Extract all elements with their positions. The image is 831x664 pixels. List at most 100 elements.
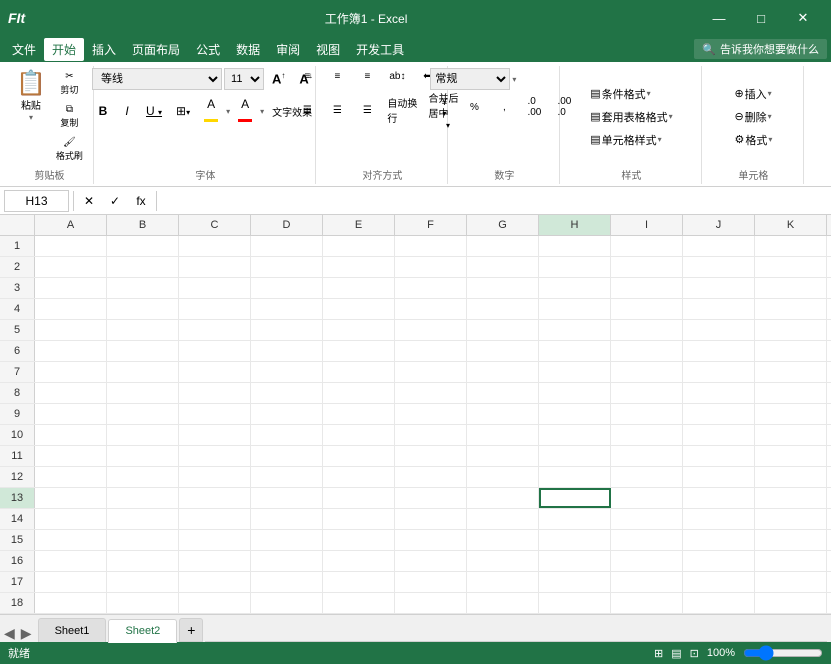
italic-button[interactable]: I [116, 102, 138, 120]
bold-button[interactable]: B [92, 102, 114, 120]
cell-I14[interactable] [611, 509, 683, 529]
cell-A3[interactable] [35, 278, 107, 298]
cell-C18[interactable] [179, 593, 251, 613]
cell-E17[interactable] [323, 572, 395, 592]
cell-E14[interactable] [323, 509, 395, 529]
row-num-11[interactable]: 11 [0, 446, 35, 466]
col-header-C[interactable]: C [179, 215, 251, 235]
cell-B9[interactable] [107, 404, 179, 424]
conditional-format-button[interactable]: ▤ 条件格式 ▾ [585, 84, 655, 104]
cell-D17[interactable] [251, 572, 323, 592]
cell-D5[interactable] [251, 320, 323, 340]
cell-F4[interactable] [395, 299, 467, 319]
cell-G3[interactable] [467, 278, 539, 298]
cell-A6[interactable] [35, 341, 107, 361]
cell-I3[interactable] [611, 278, 683, 298]
cell-F1[interactable] [395, 236, 467, 256]
select-all-button[interactable] [0, 215, 35, 235]
cell-B7[interactable] [107, 362, 179, 382]
cell-A8[interactable] [35, 383, 107, 403]
row-num-13[interactable]: 13 [0, 488, 35, 508]
cell-C3[interactable] [179, 278, 251, 298]
cell-J16[interactable] [683, 551, 755, 571]
cell-A14[interactable] [35, 509, 107, 529]
table-format-button[interactable]: ▤ 套用表格格式 ▾ [585, 107, 677, 127]
cell-K16[interactable] [755, 551, 827, 571]
cell-G2[interactable] [467, 257, 539, 277]
menu-view[interactable]: 视图 [308, 38, 348, 61]
cancel-formula-button[interactable]: ✕ [78, 190, 100, 212]
col-header-E[interactable]: E [323, 215, 395, 235]
view-layout-icon[interactable]: ▤ [671, 647, 681, 660]
cell-D14[interactable] [251, 509, 323, 529]
cell-H10[interactable] [539, 425, 611, 445]
increase-font-button[interactable]: A↑ [266, 69, 291, 88]
close-button[interactable]: ✕ [783, 4, 823, 32]
cell-A11[interactable] [35, 446, 107, 466]
col-header-D[interactable]: D [251, 215, 323, 235]
cell-H14[interactable] [539, 509, 611, 529]
text-direction-button[interactable]: ab↕ [383, 68, 411, 85]
align-middle-button[interactable]: ≡ [323, 68, 351, 85]
cell-H15[interactable] [539, 530, 611, 550]
cell-D2[interactable] [251, 257, 323, 277]
insert-cells-button[interactable]: ⊕ 插入 ▾ [729, 84, 776, 104]
cell-E4[interactable] [323, 299, 395, 319]
cell-B8[interactable] [107, 383, 179, 403]
cell-C7[interactable] [179, 362, 251, 382]
col-header-I[interactable]: I [611, 215, 683, 235]
cell-C4[interactable] [179, 299, 251, 319]
menu-developer[interactable]: 开发工具 [348, 38, 412, 61]
view-break-icon[interactable]: ⊡ [690, 647, 699, 660]
row-num-8[interactable]: 8 [0, 383, 35, 403]
cell-A10[interactable] [35, 425, 107, 445]
cell-F5[interactable] [395, 320, 467, 340]
cell-C16[interactable] [179, 551, 251, 571]
cell-D4[interactable] [251, 299, 323, 319]
cell-B18[interactable] [107, 593, 179, 613]
cell-E3[interactable] [323, 278, 395, 298]
cell-E5[interactable] [323, 320, 395, 340]
zoom-slider[interactable] [743, 645, 823, 661]
number-format-select[interactable]: 常规 [430, 68, 510, 90]
cell-F11[interactable] [395, 446, 467, 466]
align-left-button[interactable]: ☰ [293, 102, 321, 119]
sheet-scroll-right[interactable]: ▶ [21, 625, 32, 642]
col-header-K[interactable]: K [755, 215, 827, 235]
cell-J2[interactable] [683, 257, 755, 277]
cell-J9[interactable] [683, 404, 755, 424]
cell-B5[interactable] [107, 320, 179, 340]
cell-J8[interactable] [683, 383, 755, 403]
cell-D10[interactable] [251, 425, 323, 445]
cell-F9[interactable] [395, 404, 467, 424]
cell-J15[interactable] [683, 530, 755, 550]
cell-C10[interactable] [179, 425, 251, 445]
cell-G7[interactable] [467, 362, 539, 382]
cell-E15[interactable] [323, 530, 395, 550]
cell-B10[interactable] [107, 425, 179, 445]
cell-A1[interactable] [35, 236, 107, 256]
cell-C5[interactable] [179, 320, 251, 340]
font-size-select[interactable]: 11 [224, 68, 264, 90]
cell-H1[interactable] [539, 236, 611, 256]
cell-J18[interactable] [683, 593, 755, 613]
cell-E8[interactable] [323, 383, 395, 403]
cell-A12[interactable] [35, 467, 107, 487]
cell-H13[interactable] [539, 488, 611, 508]
cell-B11[interactable] [107, 446, 179, 466]
cell-B14[interactable] [107, 509, 179, 529]
cell-C6[interactable] [179, 341, 251, 361]
cell-D15[interactable] [251, 530, 323, 550]
row-num-9[interactable]: 9 [0, 404, 35, 424]
cell-E7[interactable] [323, 362, 395, 382]
cell-A5[interactable] [35, 320, 107, 340]
menu-data[interactable]: 数据 [228, 38, 268, 61]
cell-I2[interactable] [611, 257, 683, 277]
cell-J11[interactable] [683, 446, 755, 466]
cell-J14[interactable] [683, 509, 755, 529]
cell-G5[interactable] [467, 320, 539, 340]
cell-C9[interactable] [179, 404, 251, 424]
cell-G13[interactable] [467, 488, 539, 508]
cell-I10[interactable] [611, 425, 683, 445]
cell-I6[interactable] [611, 341, 683, 361]
